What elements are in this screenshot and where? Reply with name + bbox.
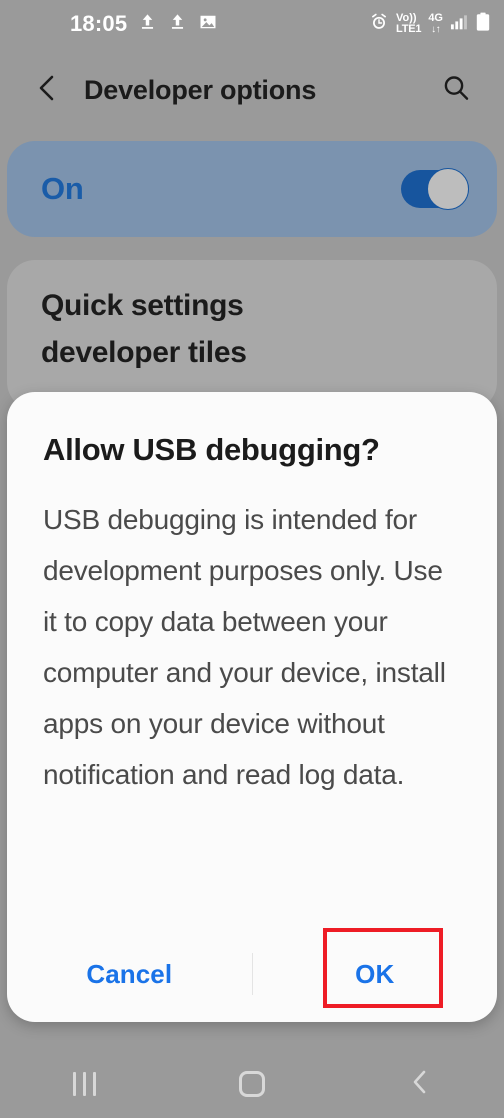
- upload-icon: [168, 12, 187, 36]
- quick-settings-title: Quick settings developer tiles: [41, 282, 467, 377]
- network-indicator: 4G ↓↑: [428, 12, 443, 35]
- search-icon: [441, 73, 471, 108]
- master-switch-toggle[interactable]: [401, 168, 469, 210]
- upload-icon: [138, 12, 157, 36]
- volte-indicator: Vo)) LTE1: [396, 12, 422, 35]
- recents-icon: [72, 1072, 96, 1096]
- status-bar-clock: 18:05: [70, 11, 128, 36]
- cancel-button[interactable]: Cancel: [7, 926, 252, 1022]
- back-button[interactable]: [26, 69, 68, 111]
- quick-settings-title-line2: developer tiles: [41, 336, 247, 370]
- app-bar: Developer options: [0, 48, 504, 132]
- ok-button[interactable]: OK: [253, 926, 498, 1022]
- quick-settings-developer-tiles-row[interactable]: Quick settings developer tiles: [7, 260, 497, 410]
- battery-icon: [476, 12, 490, 37]
- dialog-title: Allow USB debugging?: [43, 432, 380, 467]
- image-icon: [198, 12, 218, 37]
- developer-options-master-switch-row[interactable]: On: [7, 141, 497, 237]
- back-nav-button[interactable]: [336, 1050, 504, 1118]
- page-title: Developer options: [84, 74, 317, 105]
- usb-debugging-dialog: Allow USB debugging? USB debugging is in…: [7, 392, 497, 1022]
- dialog-message: USB debugging is intended for developmen…: [43, 504, 446, 790]
- toggle-knob: [427, 168, 469, 210]
- home-icon: [239, 1071, 265, 1097]
- quick-settings-title-line1: Quick settings: [41, 289, 244, 322]
- data-arrows-icon: ↓↑: [431, 23, 441, 35]
- recents-button[interactable]: [0, 1050, 168, 1118]
- back-chevron-icon: [409, 1069, 431, 1100]
- search-button[interactable]: [434, 68, 478, 112]
- signal-bars-icon: [450, 13, 469, 36]
- home-button[interactable]: [168, 1050, 336, 1118]
- navigation-bar: [0, 1050, 504, 1118]
- phone-screen: 18:05 Vo)) LTE1 4G ↓↑ Developer options …: [0, 0, 504, 1118]
- status-bar: 18:05 Vo)) LTE1 4G ↓↑: [0, 0, 504, 48]
- volte-line2: LTE1: [396, 23, 422, 35]
- chevron-left-icon: [34, 73, 60, 108]
- network-type-label: 4G: [428, 12, 443, 25]
- dialog-button-bar: Cancel OK: [7, 926, 497, 1022]
- alarm-icon: [369, 12, 389, 37]
- status-bar-left: 18:05: [70, 12, 218, 37]
- status-bar-right: Vo)) LTE1 4G ↓↑: [369, 12, 490, 37]
- master-switch-label: On: [41, 171, 84, 206]
